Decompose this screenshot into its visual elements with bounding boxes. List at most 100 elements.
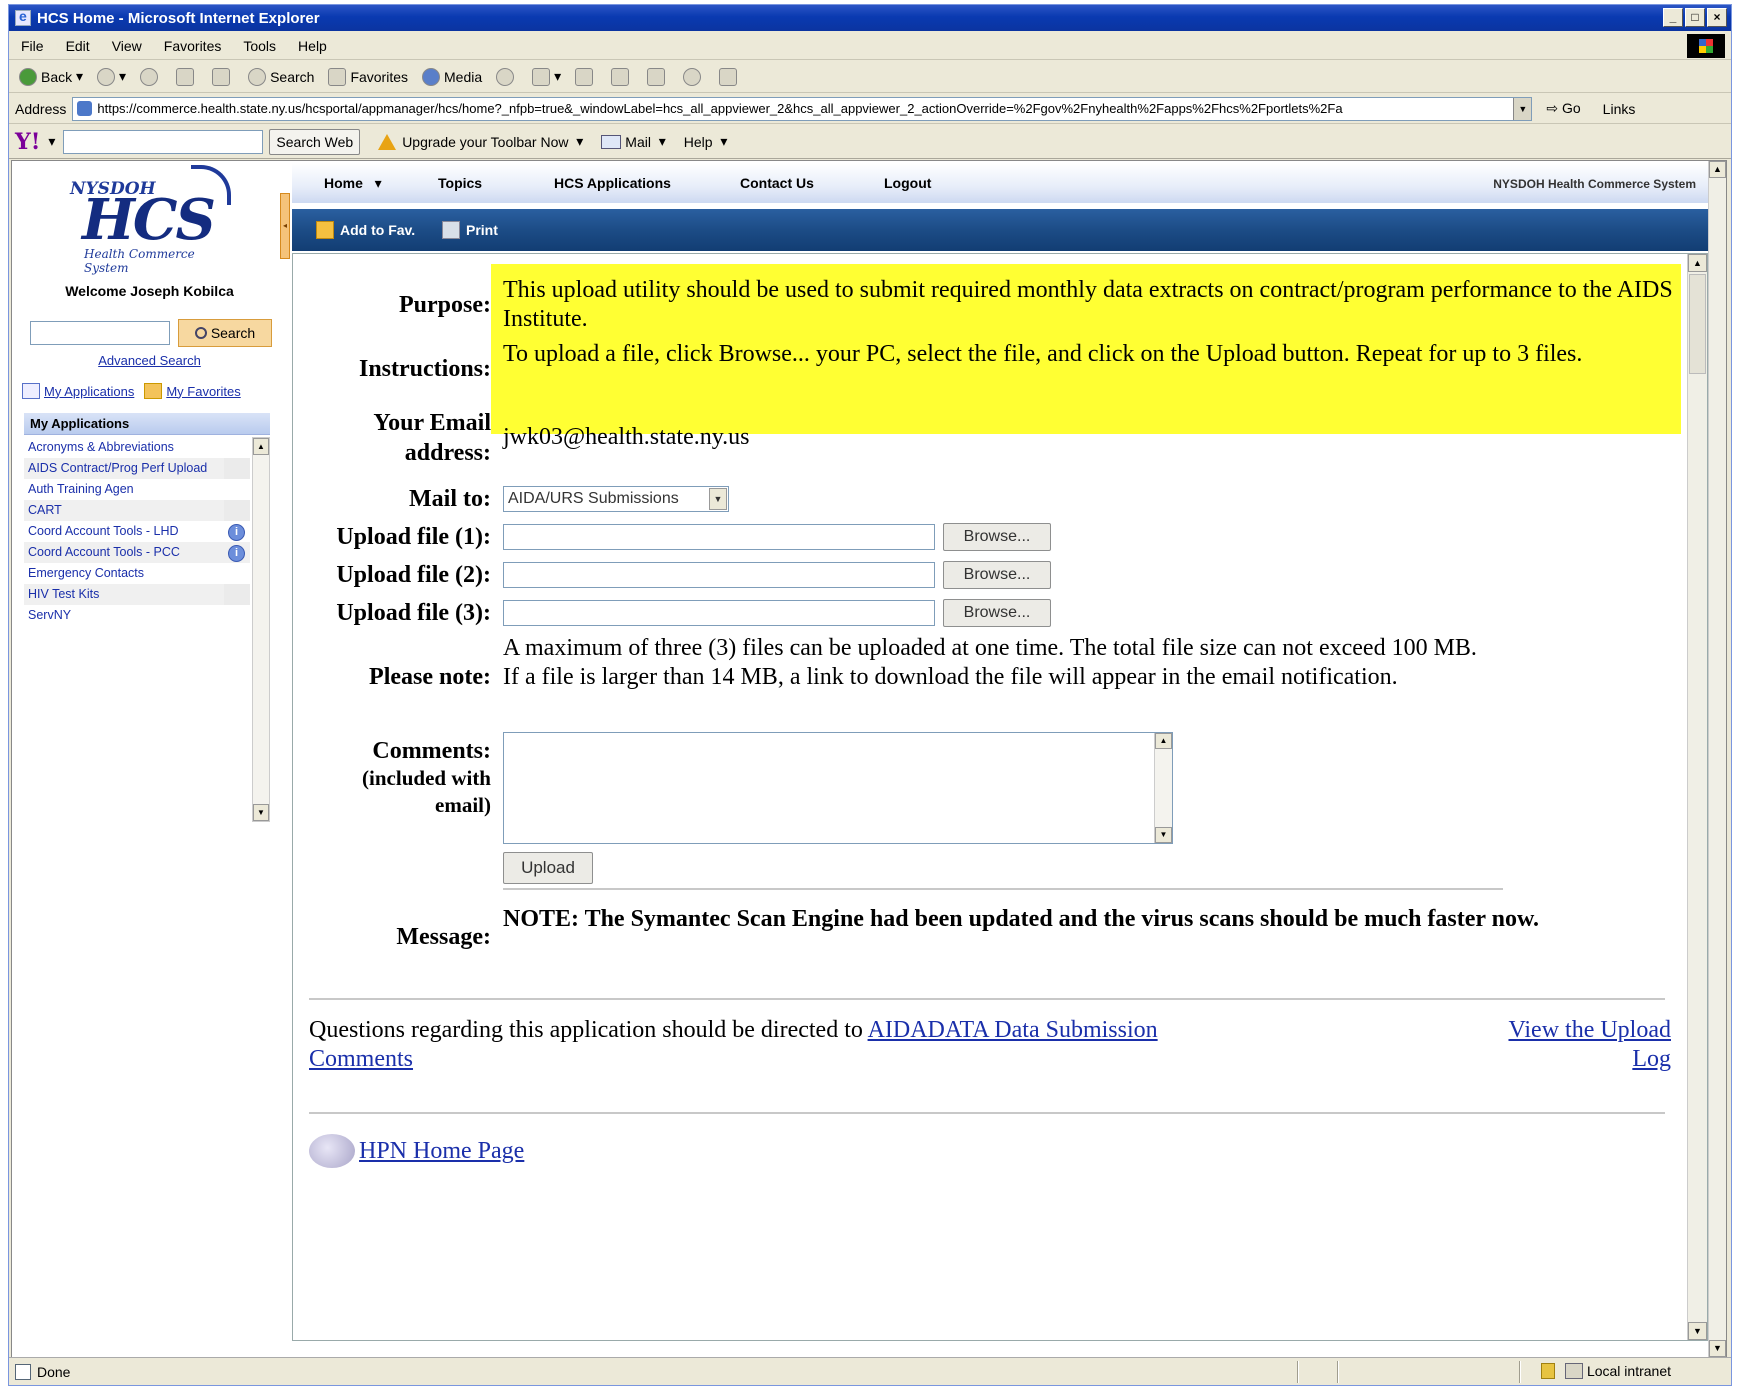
- messenger-icon: [683, 67, 702, 86]
- address-dropdown-icon[interactable]: ▼: [1513, 97, 1532, 120]
- action-bar: Add to Fav. Print: [292, 209, 1708, 251]
- scroll-up-icon[interactable]: ▲: [1155, 733, 1172, 749]
- minimize-button[interactable]: _: [1663, 8, 1683, 27]
- my-applications-link[interactable]: My Applications: [44, 384, 134, 399]
- scroll-up-icon[interactable]: ▲: [1688, 254, 1707, 272]
- comments-textarea[interactable]: ▲ ▼: [503, 732, 1173, 844]
- maximize-button[interactable]: □: [1685, 8, 1705, 27]
- nav-home[interactable]: Home ▾: [324, 175, 382, 192]
- sidebar-search-button[interactable]: Search: [178, 319, 272, 347]
- app-coord-lhd[interactable]: Coord Account Tools - LHD i: [24, 521, 250, 542]
- stop-icon: [140, 67, 159, 86]
- menu-bar: File Edit View Favorites Tools Help: [9, 32, 1731, 60]
- menu-edit[interactable]: Edit: [66, 38, 90, 54]
- browse-1-button[interactable]: Browse...: [943, 523, 1051, 551]
- discuss-tool-button[interactable]: [647, 67, 669, 86]
- edit-icon: [611, 67, 630, 86]
- scroll-thumb[interactable]: [1689, 274, 1706, 374]
- view-upload-log-link[interactable]: View the Upload Log: [1508, 1017, 1671, 1072]
- yahoo-mail-button[interactable]: Mail ▾: [601, 133, 666, 150]
- info-icon[interactable]: i: [228, 524, 245, 541]
- research-icon: [719, 67, 738, 86]
- info-icon[interactable]: i: [228, 545, 245, 562]
- apps-scrollbar[interactable]: ▲ ▼: [252, 437, 270, 822]
- hpn-home-link[interactable]: HPN Home Page: [359, 1138, 524, 1165]
- upload-file-1-label: Upload file (1):: [336, 524, 491, 550]
- add-to-favorites-button[interactable]: Add to Fav.: [316, 221, 415, 239]
- app-acronyms[interactable]: Acronyms & Abbreviations: [24, 437, 250, 458]
- go-button[interactable]: ⇨ Go: [1546, 100, 1580, 117]
- search-icon: [194, 327, 207, 339]
- home-button[interactable]: [212, 67, 234, 86]
- edit-tool-button[interactable]: [611, 67, 633, 86]
- upload-file-3-input[interactable]: [503, 600, 935, 626]
- hpn-logo-icon[interactable]: [309, 1134, 355, 1168]
- upload-file-1-input[interactable]: [503, 524, 935, 550]
- app-aids-contract-upload[interactable]: AIDS Contract/Prog Perf Upload: [24, 458, 250, 479]
- app-auth-training[interactable]: Auth Training Agen: [24, 479, 250, 500]
- nav-contact-us[interactable]: Contact Us: [740, 175, 814, 191]
- browse-2-button[interactable]: Browse...: [943, 561, 1051, 589]
- back-arrow-icon: [19, 67, 37, 86]
- stop-button[interactable]: [140, 67, 162, 86]
- back-button[interactable]: Back ▾: [19, 67, 83, 86]
- sidebar-search-input[interactable]: [30, 321, 170, 345]
- browse-3-button[interactable]: Browse...: [943, 599, 1051, 627]
- message-label: Message:: [396, 924, 491, 950]
- app-coord-pcc[interactable]: Coord Account Tools - PCC i: [24, 542, 250, 563]
- search-web-button[interactable]: Search Web: [269, 128, 361, 155]
- app-cart[interactable]: CART: [24, 500, 250, 521]
- scroll-up-icon[interactable]: ▲: [1709, 161, 1726, 178]
- close-button[interactable]: ×: [1707, 8, 1727, 27]
- app-servny[interactable]: ServNY: [24, 605, 250, 626]
- divider: [309, 1112, 1665, 1114]
- upload-file-2-input[interactable]: [503, 562, 935, 588]
- yahoo-logo-icon[interactable]: Y!: [15, 129, 40, 155]
- advanced-search-link[interactable]: Advanced Search: [12, 353, 287, 368]
- sidebar: NYSDOH HCS Health Commerce System Welcom…: [12, 161, 290, 1357]
- page-done-icon: [15, 1363, 31, 1380]
- menu-view[interactable]: View: [112, 38, 142, 54]
- scroll-down-icon[interactable]: ▼: [1155, 827, 1172, 843]
- instructions-label: Instructions:: [358, 356, 491, 382]
- scroll-down-icon[interactable]: ▼: [253, 804, 269, 821]
- upgrade-toolbar-button[interactable]: Upgrade your Toolbar Now ▾: [378, 133, 583, 150]
- scroll-down-icon[interactable]: ▼: [1709, 1340, 1726, 1357]
- forward-button[interactable]: ▾: [97, 67, 126, 86]
- mail-tool-button[interactable]: ▾: [532, 67, 561, 86]
- nav-topics[interactable]: Topics: [438, 175, 482, 191]
- nav-logout[interactable]: Logout: [884, 175, 931, 191]
- mail-icon: [601, 134, 622, 149]
- app-hiv-test-kits[interactable]: HIV Test Kits: [24, 584, 250, 605]
- yahoo-help-button[interactable]: Help ▾: [684, 133, 728, 150]
- media-button[interactable]: Media: [422, 67, 482, 86]
- search-button[interactable]: Search: [248, 67, 314, 86]
- my-favorites-link[interactable]: My Favorites: [166, 384, 240, 399]
- menu-tools[interactable]: Tools: [243, 38, 276, 54]
- collapse-sidebar-handle[interactable]: ◂: [280, 193, 290, 259]
- print-button[interactable]: Print: [442, 221, 498, 239]
- frame-scrollbar[interactable]: ▲ ▼: [1687, 254, 1707, 1340]
- history-button[interactable]: [496, 67, 518, 86]
- research-tool-button[interactable]: [719, 67, 741, 86]
- menu-favorites[interactable]: Favorites: [164, 38, 222, 54]
- menu-file[interactable]: File: [21, 38, 44, 54]
- mailto-select[interactable]: AIDA/URS Submissions ▼: [503, 486, 729, 512]
- print-tool-button[interactable]: [575, 67, 597, 86]
- address-input[interactable]: https://commerce.health.state.ny.us/hcsp…: [72, 96, 1533, 121]
- scroll-up-icon[interactable]: ▲: [253, 438, 269, 455]
- standard-toolbar: Back ▾ ▾ Search Favorites Media ▾: [9, 61, 1731, 93]
- apps-list: Acronyms & Abbreviations AIDS Contract/P…: [24, 437, 250, 626]
- favorites-button[interactable]: Favorites: [328, 67, 408, 86]
- page-scrollbar[interactable]: ▲ ▼: [1708, 161, 1726, 1357]
- messenger-tool-button[interactable]: [683, 67, 705, 86]
- yahoo-search-input[interactable]: [63, 129, 264, 154]
- upload-button[interactable]: Upload: [503, 852, 593, 884]
- scroll-down-icon[interactable]: ▼: [1688, 1322, 1707, 1340]
- app-emergency-contacts[interactable]: Emergency Contacts: [24, 563, 250, 584]
- nav-hcs-applications[interactable]: HCS Applications: [554, 175, 671, 191]
- links-button[interactable]: Links: [1603, 101, 1636, 117]
- refresh-button[interactable]: [176, 67, 198, 86]
- comments-scrollbar[interactable]: ▲ ▼: [1154, 733, 1172, 843]
- menu-help[interactable]: Help: [298, 38, 327, 54]
